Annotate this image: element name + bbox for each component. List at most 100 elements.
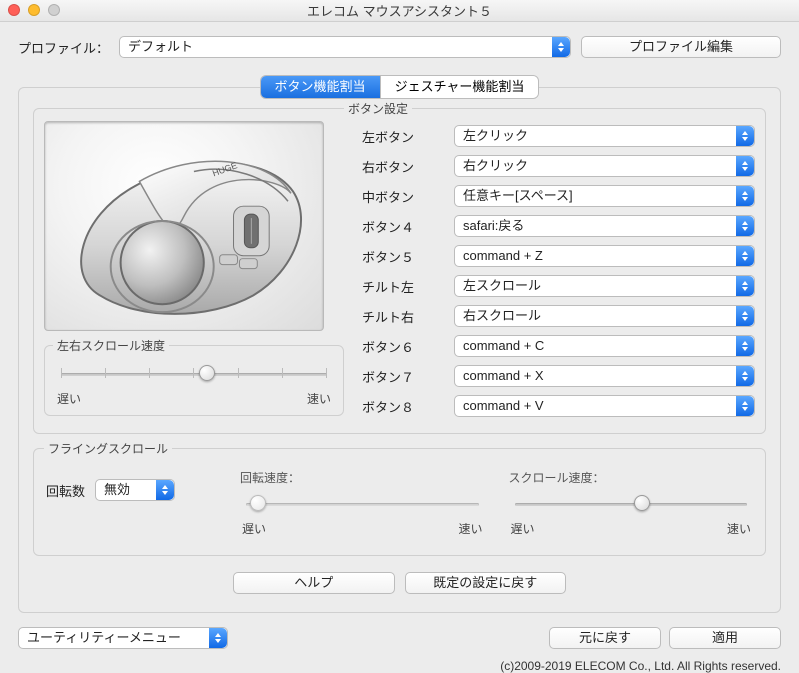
assign-row: ボタン８ command + V <box>362 391 755 421</box>
assign-label: ボタン５ <box>362 247 442 266</box>
profile-row: プロファイル： デフォルト プロファイル編集 <box>18 36 781 58</box>
utility-menu-select[interactable]: ユーティリティーメニュー <box>18 627 228 649</box>
rotation-speed-slider[interactable] <box>246 494 479 514</box>
updown-icon <box>736 156 754 176</box>
assign-label: 右ボタン <box>362 157 442 176</box>
flying-scroll-legend: フライングスクロール <box>44 440 172 457</box>
assign-select[interactable]: 右クリック <box>454 155 755 177</box>
assign-value: 左スクロール <box>463 276 541 296</box>
assign-value: 右スクロール <box>463 306 541 326</box>
tick <box>105 368 106 378</box>
assign-select[interactable]: 任意キー[スペース] <box>454 185 755 207</box>
apply-label: 適用 <box>712 628 738 648</box>
restore-defaults-label: 既定の設定に戻す <box>433 573 537 593</box>
profile-selected-value: デフォルト <box>128 37 193 57</box>
button-settings-group: ボタン設定 <box>33 108 766 434</box>
updown-icon <box>736 336 754 356</box>
profile-edit-button[interactable]: プロファイル編集 <box>581 36 781 58</box>
assign-label: ボタン６ <box>362 337 442 356</box>
profile-label: プロファイル： <box>18 38 109 57</box>
footer-row: ユーティリティーメニュー 元に戻す 適用 (c)2009-2019 ELECOM… <box>18 627 781 649</box>
slider-knob[interactable] <box>250 495 266 511</box>
revert-label: 元に戻す <box>579 628 631 648</box>
assign-label: ボタン８ <box>362 397 442 416</box>
tick <box>149 368 150 378</box>
tab-gesture-assign-label: ジェスチャー機能割当 <box>395 79 525 94</box>
rotation-label: 回転数 <box>46 481 85 500</box>
updown-icon <box>736 216 754 236</box>
minimize-icon[interactable] <box>28 4 40 16</box>
scroll-speed-label: スクロール速度： <box>509 469 754 486</box>
tab-button-assign[interactable]: ボタン機能割当 <box>261 76 380 98</box>
tab-bar: ボタン機能割当 ジェスチャー機能割当 <box>18 76 781 98</box>
assign-select[interactable]: 右スクロール <box>454 305 755 327</box>
assign-select[interactable]: command + C <box>454 335 755 357</box>
assignment-list: 左ボタン左クリック右ボタン右クリック中ボタン任意キー[スペース]ボタン４safa… <box>362 121 755 421</box>
updown-icon <box>552 37 570 57</box>
tick <box>193 368 194 378</box>
tick <box>282 368 283 378</box>
assign-value: command + Z <box>463 246 543 266</box>
assign-row: 左ボタン 左クリック <box>362 121 755 151</box>
assign-row: ボタン７command + X <box>362 361 755 391</box>
lr-scroll-legend: 左右スクロール速度 <box>53 337 169 354</box>
updown-icon <box>156 480 174 500</box>
assign-label: 左ボタン <box>362 127 442 146</box>
flying-scroll-group: フライングスクロール 回転数 無効 回転速度： <box>33 448 766 556</box>
slider-label-slow: 遅い <box>242 520 266 537</box>
slider-label-fast: 速い <box>727 520 751 537</box>
tab-gesture-assign[interactable]: ジェスチャー機能割当 <box>380 76 539 98</box>
slider-label-slow: 遅い <box>57 390 81 407</box>
window-controls <box>8 4 60 16</box>
tick <box>238 368 239 378</box>
assign-select[interactable]: 左クリック <box>454 125 755 147</box>
assign-value: command + V <box>463 396 544 416</box>
zoom-icon <box>48 4 60 16</box>
close-icon[interactable] <box>8 4 20 16</box>
assign-row: 中ボタン任意キー[スペース] <box>362 181 755 211</box>
updown-icon <box>736 186 754 206</box>
assign-row: ボタン４ safari:戻る <box>362 211 755 241</box>
assign-label: チルト左 <box>362 277 442 296</box>
assign-value: 左クリック <box>463 126 528 146</box>
slider-label-fast: 速い <box>458 520 482 537</box>
assign-select[interactable]: command + Z <box>454 245 755 267</box>
lr-scroll-slider[interactable] <box>61 364 327 384</box>
copyright-text: (c)2009-2019 ELECOM Co., Ltd. All Rights… <box>500 659 781 673</box>
tick <box>326 368 327 378</box>
revert-button[interactable]: 元に戻す <box>549 627 661 649</box>
assign-value: command + X <box>463 366 544 386</box>
trackball-icon: HUGE <box>45 122 323 330</box>
assign-label: ボタン４ <box>362 217 442 236</box>
apply-button[interactable]: 適用 <box>669 627 781 649</box>
assign-select[interactable]: safari:戻る <box>454 215 755 237</box>
tick <box>61 368 62 378</box>
profile-select[interactable]: デフォルト <box>119 36 571 58</box>
assign-value: command + C <box>463 336 544 356</box>
assign-row: ボタン５ command + Z <box>362 241 755 271</box>
tab-button-assign-label: ボタン機能割当 <box>275 79 366 94</box>
updown-icon <box>736 306 754 326</box>
updown-icon <box>736 126 754 146</box>
restore-defaults-button[interactable]: 既定の設定に戻す <box>405 572 567 594</box>
slider-knob[interactable] <box>634 495 650 511</box>
slider-label-slow: 遅い <box>511 520 535 537</box>
scroll-speed-slider[interactable] <box>515 494 748 514</box>
card-footer-buttons: ヘルプ 既定の設定に戻す <box>33 572 766 594</box>
assign-select[interactable]: command + V <box>454 395 755 417</box>
mouse-image: HUGE <box>44 121 324 331</box>
help-button[interactable]: ヘルプ <box>233 572 395 594</box>
updown-icon <box>209 628 227 648</box>
button-settings-legend: ボタン設定 <box>344 100 412 117</box>
assign-select[interactable]: command + X <box>454 365 755 387</box>
assign-row: ボタン６ command + C <box>362 331 755 361</box>
assign-label: チルト右 <box>362 307 442 326</box>
rotation-speed-block: 回転速度： 遅い 速い <box>240 469 485 537</box>
rotation-select[interactable]: 無効 <box>95 479 175 501</box>
assign-select[interactable]: 左スクロール <box>454 275 755 297</box>
slider-knob[interactable] <box>199 365 215 381</box>
rotation-speed-label: 回転速度： <box>240 469 485 486</box>
assign-row: 右ボタン右クリック <box>362 151 755 181</box>
assign-value: 任意キー[スペース] <box>463 186 573 206</box>
updown-icon <box>736 366 754 386</box>
